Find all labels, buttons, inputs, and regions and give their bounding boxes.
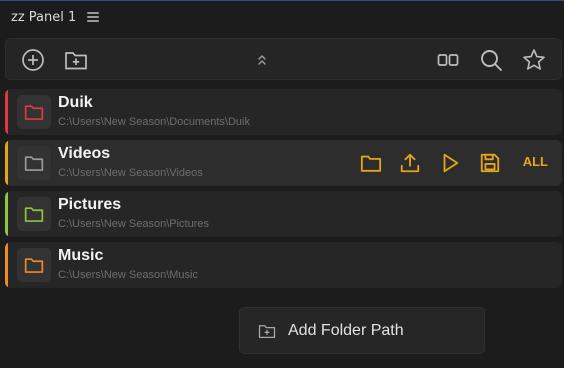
open-folder-icon[interactable] xyxy=(359,151,383,175)
collapse-chevrons-icon[interactable] xyxy=(250,48,274,72)
folder-path: C:\Users\New Season\Pictures xyxy=(58,218,209,230)
folder-icon xyxy=(17,95,51,129)
folder-icon xyxy=(17,197,51,231)
folder-path: C:\Users\New Season\Videos xyxy=(58,167,203,179)
folder-row-pictures[interactable]: Pictures C:\Users\New Season\Pictures xyxy=(5,191,562,237)
row-color-stripe xyxy=(5,242,8,288)
folder-icon xyxy=(17,146,51,180)
add-folder-path-button[interactable]: Add Folder Path xyxy=(239,307,485,354)
folder-name: Duik xyxy=(58,94,93,111)
folder-row-videos[interactable]: Videos C:\Users\New Season\Videos ALL xyxy=(5,140,562,186)
folder-name: Pictures xyxy=(58,196,122,213)
toolbar xyxy=(5,38,562,80)
folder-row-duik[interactable]: Duik C:\Users\New Season\Documents\Duik xyxy=(5,89,562,135)
row-color-stripe xyxy=(5,140,8,186)
all-button[interactable]: ALL xyxy=(523,154,548,169)
folder-name: Music xyxy=(58,247,104,264)
add-folder-icon[interactable] xyxy=(64,48,88,72)
folder-name: Videos xyxy=(58,145,111,162)
row-color-stripe xyxy=(5,89,8,135)
star-icon[interactable] xyxy=(522,48,546,72)
add-folder-icon xyxy=(258,322,276,340)
panel-menu-icon[interactable] xyxy=(87,12,100,22)
folder-row-music[interactable]: Music C:\Users\New Season\Music xyxy=(5,242,562,288)
row-color-stripe xyxy=(5,191,8,237)
panel-title: zz Panel 1 xyxy=(11,9,77,25)
folder-path: C:\Users\New Season\Documents\Duik xyxy=(58,116,250,128)
search-icon[interactable] xyxy=(479,48,503,72)
folder-path: C:\Users\New Season\Music xyxy=(58,269,198,281)
folder-icon xyxy=(17,248,51,282)
add-folder-path-label: Add Folder Path xyxy=(288,321,404,339)
play-icon[interactable] xyxy=(438,151,462,175)
add-circle-icon[interactable] xyxy=(21,48,45,72)
panel-titlebar: zz Panel 1 xyxy=(0,1,564,33)
columns-icon[interactable] xyxy=(436,48,460,72)
save-icon[interactable] xyxy=(478,151,502,175)
row-actions: ALL xyxy=(342,140,562,186)
upload-icon[interactable] xyxy=(398,151,422,175)
